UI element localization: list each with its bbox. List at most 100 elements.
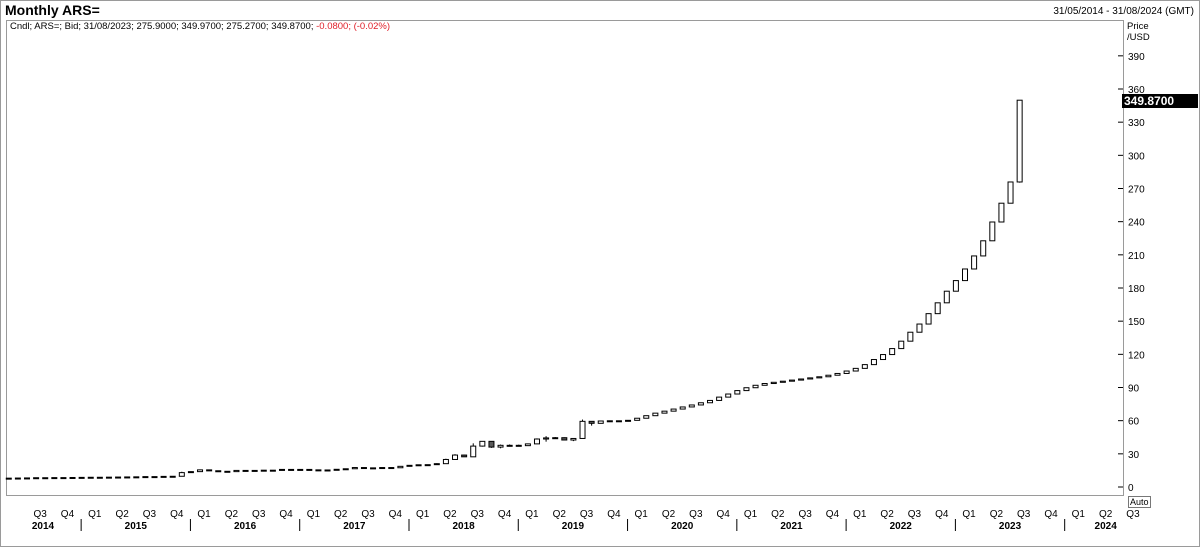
candle-body <box>506 444 513 447</box>
candle-body <box>115 476 122 479</box>
x-quarter-label: Q2 <box>662 509 676 520</box>
candle-body <box>33 477 40 480</box>
x-quarter-label: Q3 <box>908 509 922 520</box>
candle-body <box>697 402 704 406</box>
candle-body <box>424 464 431 467</box>
y-tick-label: 240 <box>1128 218 1145 229</box>
x-quarter-label: Q4 <box>389 509 403 520</box>
x-quarter-label: Q4 <box>1044 509 1058 520</box>
candle-body <box>524 443 531 447</box>
candle-body <box>342 468 349 471</box>
candle-body <box>297 468 304 471</box>
x-quarter-label: Q1 <box>307 509 321 520</box>
candle-body <box>78 476 85 479</box>
candle-body <box>233 469 240 473</box>
candle-body <box>761 383 768 386</box>
x-year-label: 2022 <box>890 521 913 532</box>
x-quarter-label: Q3 <box>252 509 266 520</box>
x-quarter-label: Q4 <box>826 509 840 520</box>
candle-body <box>178 472 185 477</box>
candle-body <box>816 376 823 379</box>
x-quarter-label: Q2 <box>553 509 567 520</box>
y-tick-label: 270 <box>1128 185 1145 196</box>
candle-body <box>251 469 258 472</box>
candle-body <box>661 410 668 414</box>
candle-body <box>442 458 449 465</box>
y-tick-label: 0 <box>1128 483 1134 494</box>
candle-body <box>980 240 987 257</box>
x-quarter-label: Q2 <box>443 509 457 520</box>
x-year-label: 2019 <box>562 521 585 532</box>
y-tick-label: 390 <box>1128 52 1145 63</box>
x-quarter-label: Q2 <box>771 509 785 520</box>
candle-body <box>989 221 996 242</box>
candle-body <box>743 387 750 392</box>
candle-body <box>269 469 276 472</box>
candle-body <box>861 364 868 369</box>
candle-body <box>278 468 285 471</box>
x-quarter-label: Q4 <box>498 509 512 520</box>
candle-body <box>579 420 586 439</box>
x-year-label: 2016 <box>234 521 257 532</box>
candle-body <box>142 476 149 479</box>
candle-body <box>907 331 914 342</box>
x-quarter-label: Q4 <box>61 509 75 520</box>
x-quarter-label: Q4 <box>607 509 621 520</box>
x-quarter-label: Q2 <box>115 509 129 520</box>
candle-body <box>406 464 413 467</box>
candle-body <box>843 370 850 374</box>
y-tick-label: 300 <box>1128 151 1145 162</box>
x-year-label: 2014 <box>32 521 55 532</box>
x-quarter-label: Q4 <box>935 509 949 520</box>
candle-body <box>652 412 659 417</box>
candle-body <box>734 390 741 395</box>
candle-body <box>105 476 112 479</box>
x-quarter-label: Q3 <box>1126 509 1140 520</box>
candle-body <box>952 280 959 292</box>
x-quarter-label: Q2 <box>334 509 348 520</box>
x-quarter-label: Q3 <box>471 509 485 520</box>
x-quarter-label: Q2 <box>880 509 894 520</box>
candles-layer <box>5 99 1023 480</box>
candle-body <box>716 396 723 401</box>
candle-body <box>69 476 76 479</box>
candle-body <box>452 454 459 460</box>
candle-body <box>852 367 859 372</box>
candle-body <box>515 444 522 447</box>
candle-body <box>397 465 404 469</box>
candle-body <box>160 475 167 478</box>
candle-body <box>798 378 805 381</box>
candle-body <box>898 340 905 350</box>
candle-body <box>634 417 641 421</box>
candle-body <box>151 476 158 479</box>
candle-body <box>87 476 94 479</box>
candle-body <box>962 268 969 282</box>
y-tick-label: 120 <box>1128 350 1145 361</box>
candle-body <box>288 468 295 471</box>
x-quarter-label: Q1 <box>416 509 430 520</box>
candle-body <box>470 445 477 458</box>
x-quarter-label: Q3 <box>143 509 157 520</box>
candle-body <box>807 377 814 380</box>
x-quarter-label: Q3 <box>689 509 703 520</box>
candle-body <box>779 380 786 383</box>
candle-body <box>24 477 30 480</box>
candle-body <box>597 420 604 424</box>
x-quarter-label: Q3 <box>798 509 812 520</box>
x-quarter-label: Q2 <box>225 509 239 520</box>
candle-body <box>488 440 495 448</box>
x-quarter-label: Q3 <box>361 509 375 520</box>
x-quarter-label: Q1 <box>635 509 649 520</box>
candle-body <box>615 420 622 423</box>
x-quarter-label: Q4 <box>717 509 731 520</box>
candle-body <box>889 348 896 356</box>
candle-body <box>333 468 340 471</box>
candle-body <box>570 437 577 441</box>
candle-body <box>433 463 440 466</box>
candle-body <box>260 469 267 472</box>
y-tick-label: 150 <box>1128 317 1145 328</box>
x-quarter-label: Q2 <box>990 509 1004 520</box>
candle-body <box>51 477 58 480</box>
candle-body <box>169 475 176 478</box>
auto-scale-button[interactable]: Auto <box>1128 496 1151 508</box>
